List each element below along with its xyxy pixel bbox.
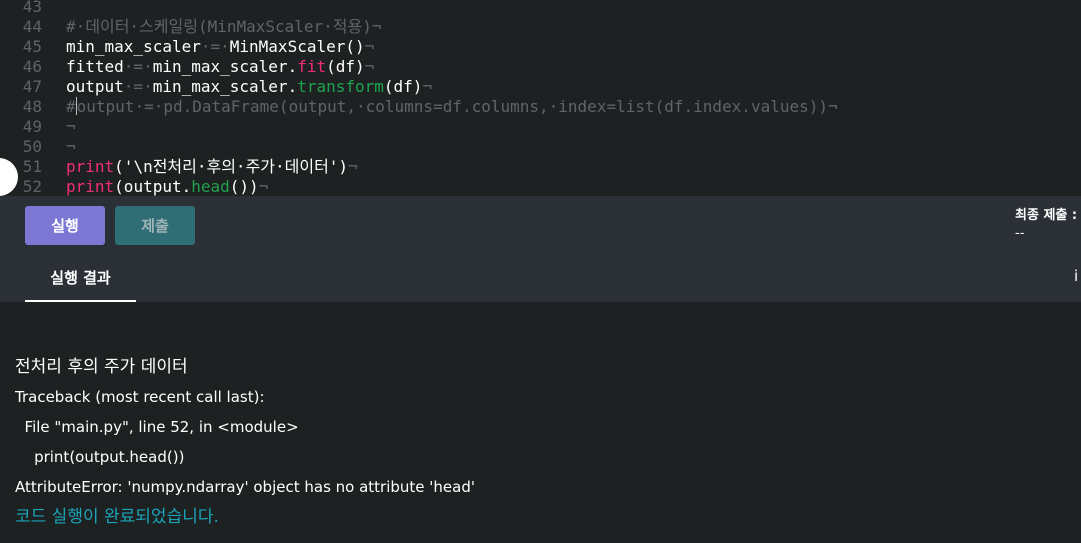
output-console: 전처리 후의 주가 데이터 Traceback (most recent cal… bbox=[0, 302, 1081, 543]
code-token: head bbox=[191, 177, 230, 196]
code-text[interactable]: ¬ bbox=[66, 137, 76, 157]
code-line[interactable]: 52 print(output.head())¬ bbox=[0, 177, 1081, 196]
code-token: print bbox=[66, 177, 115, 196]
line-number: 47 bbox=[22, 77, 42, 96]
output-line: print(output.head()) bbox=[15, 448, 185, 466]
code-token: ¬ bbox=[364, 57, 375, 76]
line-number: 46 bbox=[22, 57, 42, 76]
code-token: ¬ bbox=[371, 17, 382, 36]
code-token: ·=· bbox=[123, 57, 153, 76]
code-line[interactable]: 45 min_max_scaler·=·MinMaxScaler()¬ bbox=[0, 37, 1081, 57]
code-text[interactable]: #output·=·pd.DataFrame(output,·columns=d… bbox=[66, 97, 838, 117]
final-submit-label: 최종 제출 : bbox=[1015, 208, 1078, 223]
line-number: 44 bbox=[22, 17, 42, 36]
code-line[interactable]: 50 ¬ bbox=[0, 137, 1081, 157]
code-line[interactable]: 47 output·=·min_max_scaler.transform(df)¬ bbox=[0, 77, 1081, 97]
code-line[interactable]: 49 ¬ bbox=[0, 117, 1081, 137]
code-text[interactable]: output·=·min_max_scaler.transform(df)¬ bbox=[66, 77, 432, 97]
code-token: output·=·pd.DataFrame(output,·columns=df… bbox=[76, 97, 828, 116]
code-token: #·데이터·스케일링(MinMaxScaler·적용) bbox=[66, 17, 372, 36]
code-token: (df) bbox=[326, 57, 365, 76]
code-text[interactable]: fitted·=·min_max_scaler.fit(df)¬ bbox=[66, 57, 374, 77]
line-number: 51 bbox=[22, 157, 42, 176]
run-button[interactable]: 실행 bbox=[25, 206, 105, 245]
code-token: ¬ bbox=[66, 137, 76, 156]
code-token: ¬ bbox=[828, 97, 838, 116]
code-token: ¬ bbox=[422, 77, 433, 96]
code-token: ·=· bbox=[200, 37, 230, 56]
code-token: (output. bbox=[114, 177, 192, 196]
code-token: ¬ bbox=[348, 157, 358, 176]
final-submit-value: -- bbox=[1015, 226, 1025, 241]
code-token: ¬ bbox=[66, 117, 76, 136]
code-text[interactable]: #·데이터·스케일링(MinMaxScaler·적용)¬ bbox=[66, 17, 382, 37]
code-token: # bbox=[66, 97, 76, 116]
code-token: ('\n전처리·후의·주가·데이터') bbox=[114, 157, 349, 176]
action-toolbar: 실행 제출 최종 제출 : -- bbox=[0, 196, 1081, 255]
tab-run-result[interactable]: 실행 결과 bbox=[25, 255, 136, 302]
code-line[interactable]: 46 fitted·=·min_max_scaler.fit(df)¬ bbox=[0, 57, 1081, 77]
code-token: print bbox=[66, 157, 115, 176]
code-text[interactable]: print(output.head())¬ bbox=[66, 177, 268, 196]
line-number: 48 bbox=[22, 97, 42, 116]
tab-extra-label[interactable]: i bbox=[1074, 267, 1078, 285]
line-number: 45 bbox=[22, 37, 42, 56]
code-token: ¬ bbox=[258, 177, 269, 196]
output-line: AttributeError: 'numpy.ndarray' object h… bbox=[15, 478, 475, 496]
line-number: 50 bbox=[22, 137, 42, 156]
code-editor[interactable]: 43 44 #·데이터·스케일링(MinMaxScaler·적용)¬ 45 min_ma… bbox=[0, 0, 1081, 196]
line-number: 49 bbox=[22, 117, 42, 136]
code-token: (df) bbox=[383, 77, 423, 96]
line-number: 43 bbox=[22, 0, 42, 16]
code-token: ·=· bbox=[123, 77, 153, 96]
code-token: ()) bbox=[229, 177, 259, 196]
code-token: ¬ bbox=[364, 37, 375, 56]
code-token: fitted bbox=[66, 57, 124, 76]
code-line[interactable]: 51 print('\n전처리·후의·주가·데이터')¬ bbox=[0, 157, 1081, 177]
code-token: min_max_scaler. bbox=[152, 77, 298, 96]
output-line: 전처리 후의 주가 데이터 bbox=[15, 357, 188, 377]
code-token: min_max_scaler bbox=[66, 37, 201, 56]
code-line[interactable]: 48 #output·=·pd.DataFrame(output,·columns… bbox=[0, 97, 1081, 117]
submit-button[interactable]: 제출 bbox=[115, 206, 195, 245]
code-line[interactable]: 44 #·데이터·스케일링(MinMaxScaler·적용)¬ bbox=[0, 17, 1081, 37]
line-number: 52 bbox=[22, 177, 42, 196]
output-status-message: 코드 실행이 완료되었습니다. bbox=[15, 507, 219, 527]
code-text[interactable]: print('\n전처리·후의·주가·데이터')¬ bbox=[66, 157, 358, 177]
output-line: File "main.py", line 52, in <module> bbox=[15, 418, 299, 436]
code-token: fit bbox=[297, 57, 327, 76]
code-text[interactable]: ¬ bbox=[66, 117, 76, 137]
code-token: MinMaxScaler() bbox=[229, 37, 365, 56]
code-token: transform bbox=[297, 77, 384, 96]
code-text[interactable]: min_max_scaler·=·MinMaxScaler()¬ bbox=[66, 37, 374, 57]
results-tabbar: 실행 결과 i bbox=[0, 255, 1081, 302]
code-token: output bbox=[66, 77, 124, 96]
output-line: Traceback (most recent call last): bbox=[15, 388, 265, 406]
code-line[interactable]: 43 bbox=[0, 0, 1081, 17]
code-token: min_max_scaler. bbox=[152, 57, 298, 76]
